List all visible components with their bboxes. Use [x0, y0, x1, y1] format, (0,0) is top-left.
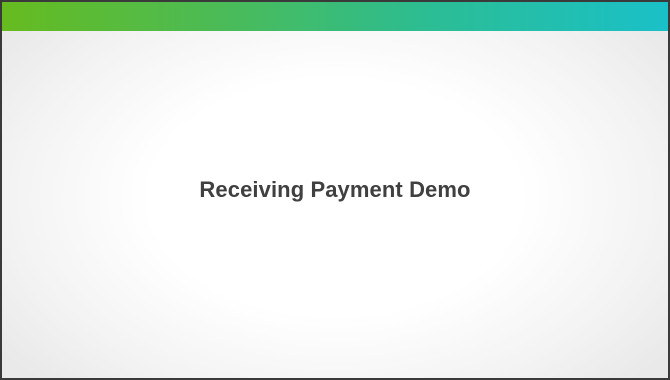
accent-bar	[2, 2, 668, 31]
slide-title: Receiving Payment Demo	[199, 177, 471, 202]
slide: Receiving Payment Demo	[0, 0, 670, 380]
